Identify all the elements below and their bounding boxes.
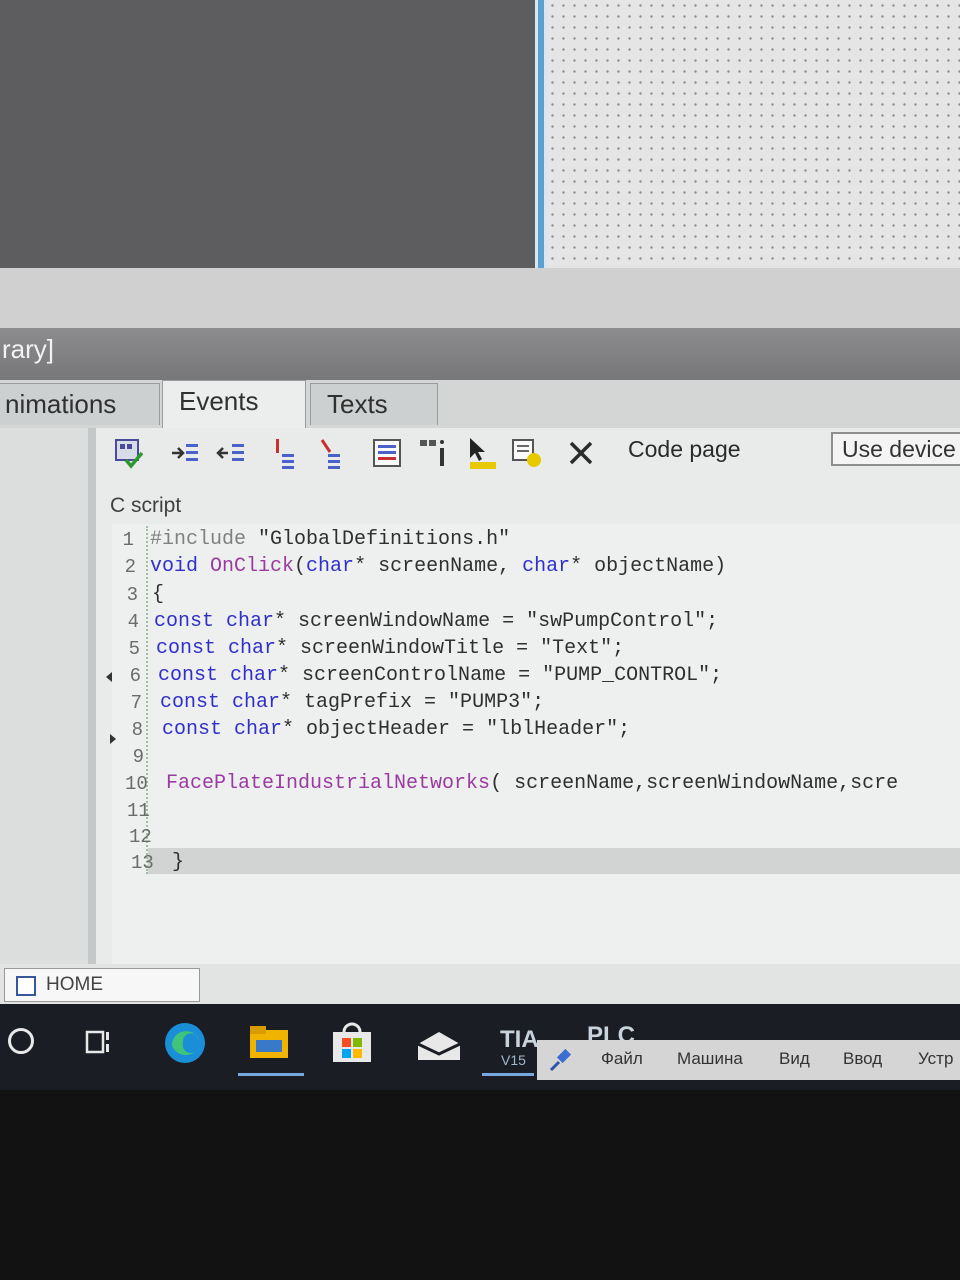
- line-number: 1: [122, 529, 134, 551]
- code-token: const: [156, 637, 229, 660]
- code-token: char: [228, 637, 277, 660]
- monitor-bezel: [0, 1090, 960, 1280]
- line-number: 11: [127, 800, 150, 822]
- code-line[interactable]: const char* screenWindowTitle = "Text";: [156, 637, 624, 660]
- code-line[interactable]: FacePlateIndustrialNetworks( screenName,…: [166, 772, 898, 795]
- code-line[interactable]: void OnClick(char* screenName, char* obj…: [150, 555, 726, 578]
- line-number: 12: [129, 826, 152, 848]
- code-token: const: [154, 610, 227, 633]
- code-line[interactable]: const char* screenWindowName = "swPumpCo…: [154, 610, 718, 633]
- code-line[interactable]: {: [152, 583, 164, 606]
- code-token: "GlobalDefinitions.h": [258, 528, 511, 551]
- vm-menu-devices[interactable]: Устр: [918, 1049, 953, 1069]
- code-token: const: [160, 691, 233, 714]
- code-token: void: [150, 555, 211, 578]
- tia-portal-taskbar-label[interactable]: TIA: [500, 1026, 539, 1054]
- line-number: 13: [131, 852, 154, 874]
- line-number: 3: [126, 584, 138, 606]
- code-token: char: [522, 555, 571, 578]
- code-token: * screenWindowName = "swPumpControl";: [274, 610, 719, 633]
- task-view-icon[interactable]: [84, 1026, 116, 1063]
- code-token: const: [158, 664, 231, 687]
- code-token: OnClick: [210, 555, 295, 578]
- code-token: * screenControlName = "PUMP_CONTROL";: [278, 664, 723, 687]
- active-app-indicator: [482, 1073, 534, 1076]
- home-label: HOME: [46, 974, 103, 995]
- mail-icon[interactable]: [416, 1030, 462, 1067]
- line-number: 10: [125, 773, 148, 795]
- code-token: const: [162, 718, 235, 741]
- line-number: 7: [130, 692, 142, 714]
- line-number: 9: [132, 746, 144, 768]
- line-number: 2: [124, 556, 136, 578]
- code-line[interactable]: #include "GlobalDefinitions.h": [150, 528, 510, 551]
- store-icon[interactable]: [330, 1022, 374, 1069]
- line-number: 6: [129, 665, 141, 687]
- code-token: (: [294, 555, 307, 578]
- code-token: FacePlateIndustrialNetworks: [166, 772, 491, 795]
- vm-menu-view[interactable]: Вид: [779, 1049, 810, 1069]
- code-token: * screenWindowTitle = "Text";: [276, 637, 625, 660]
- vm-menu-machine[interactable]: Машина: [677, 1049, 743, 1069]
- vm-menu-input[interactable]: Ввод: [843, 1049, 882, 1069]
- search-icon[interactable]: [8, 1028, 34, 1054]
- code-line[interactable]: const char* screenControlName = "PUMP_CO…: [158, 664, 722, 687]
- line-number: 4: [127, 611, 139, 633]
- code-token: char: [306, 555, 355, 578]
- code-token: * tagPrefix = "PUMP3";: [280, 691, 545, 714]
- code-token: * screenName,: [354, 555, 523, 578]
- active-app-indicator: [238, 1073, 304, 1076]
- code-token: char: [226, 610, 275, 633]
- vm-menu-file[interactable]: Файл: [601, 1049, 643, 1069]
- code-line[interactable]: const char* tagPrefix = "PUMP3";: [160, 691, 544, 714]
- code-token: #include: [150, 528, 259, 551]
- code-token: {: [152, 583, 165, 606]
- code-token: char: [230, 664, 279, 687]
- tia-portal-version: V15: [501, 1052, 526, 1068]
- code-token: }: [172, 851, 185, 874]
- line-number: 8: [131, 719, 143, 741]
- line-number: 5: [128, 638, 140, 660]
- code-token: * objectHeader = "lblHeader";: [282, 718, 631, 741]
- code-line[interactable]: const char* objectHeader = "lblHeader";: [162, 718, 630, 741]
- code-token: char: [234, 718, 283, 741]
- pin-icon[interactable]: [547, 1046, 575, 1079]
- code-token: * objectName): [570, 555, 727, 578]
- edge-browser-icon[interactable]: [162, 1020, 208, 1071]
- code-token: char: [232, 691, 281, 714]
- code-token: ( screenName,screenWindowName,scre: [490, 772, 899, 795]
- screen-icon: [16, 976, 36, 996]
- code-line[interactable]: }: [172, 851, 184, 874]
- file-explorer-icon[interactable]: [248, 1024, 290, 1067]
